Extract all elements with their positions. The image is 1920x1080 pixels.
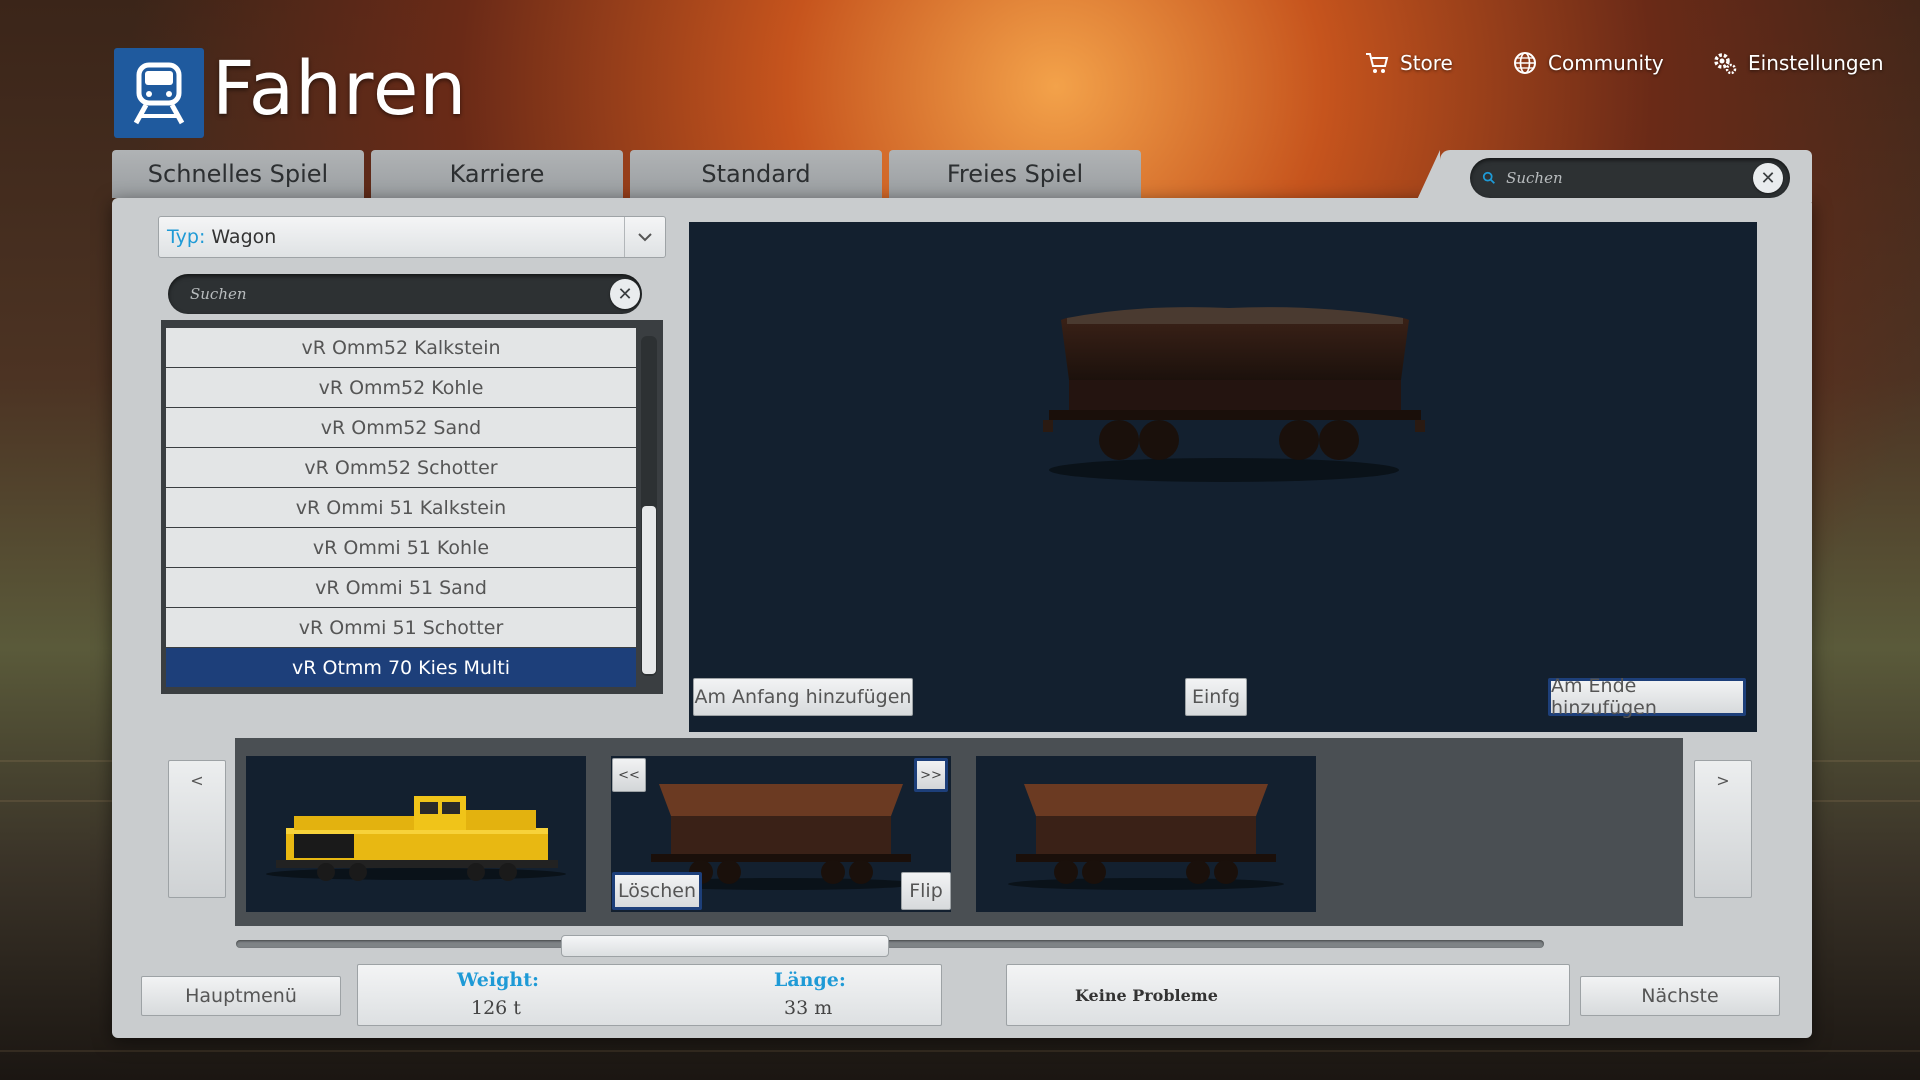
tab-karriere[interactable]: Karriere [371,150,623,198]
status-box: Keine Probleme [1006,964,1570,1026]
list-item[interactable]: vR Omm52 Sand [166,408,636,447]
tab-freies-spiel[interactable]: Freies Spiel [889,150,1141,198]
type-filter-value: Wagon [211,226,277,248]
global-search [1470,158,1790,198]
train-logo-icon [114,48,204,138]
type-filter-label: Typ: [167,226,206,248]
globe-icon [1514,52,1536,74]
store-link[interactable]: Store [1364,50,1453,76]
cart-icon [1366,53,1389,73]
type-filter-select[interactable]: Typ: Wagon [158,216,666,258]
consist-slot-wagon-2[interactable] [976,756,1316,912]
global-search-input[interactable] [1504,168,1790,188]
hopper-wagon-image [1008,784,1284,890]
consist-scrollbar[interactable] [236,940,1544,948]
search-icon [1482,171,1495,184]
list-item[interactable]: vR Ommi 51 Sand [166,568,636,607]
tab-standard[interactable]: Standard [630,150,882,198]
list-search [168,274,642,314]
settings-label: Einstellungen [1748,51,1884,75]
gears-icon [1714,53,1737,75]
list-item[interactable]: vR Omm52 Kalkstein [166,328,636,367]
list-item-selected[interactable]: vR Otmm 70 Kies Multi [166,648,636,687]
locomotive-image [266,796,566,881]
list-item[interactable]: vR Omm52 Schotter [166,448,636,487]
list-item[interactable]: vR Omm52 Kohle [166,368,636,407]
store-label: Store [1400,51,1453,75]
list-item[interactable]: vR Ommi 51 Schotter [166,608,636,647]
flip-button[interactable]: Flip [901,872,951,910]
global-search-clear-icon[interactable]: ✕ [1753,163,1783,193]
weight-value: 126 t [471,997,521,1019]
bg-streak [0,1050,1920,1052]
next-button[interactable]: Nächste [1580,976,1780,1016]
list-search-input[interactable] [188,284,642,304]
move-right-button[interactable]: >> [914,758,948,792]
page-title: Fahren [212,46,468,132]
add-at-start-button[interactable]: Am Anfang hinzufügen [693,678,913,716]
train-info-box: Weight: 126 t Länge: 33 m [357,964,942,1026]
settings-link[interactable]: Einstellungen [1712,50,1884,76]
tab-label: Schnelles Spiel [147,160,329,188]
chevron-down-icon [624,217,665,257]
delete-button[interactable]: Löschen [612,872,702,910]
community-link[interactable]: Community [1512,50,1664,76]
length-value: 33 m [784,997,833,1019]
tab-schnelles-spiel[interactable]: Schnelles Spiel [112,150,364,198]
move-left-button[interactable]: << [612,758,646,792]
length-label: Länge: [774,969,846,991]
consist-next-button[interactable]: > [1694,760,1752,898]
list-scrollbar-thumb[interactable] [642,506,656,674]
wagon-preview [689,222,1757,732]
community-label: Community [1548,51,1664,75]
weight-label: Weight: [457,969,539,991]
hopper-wagon-preview-image [1043,307,1425,482]
tab-label: Karriere [449,160,545,188]
status-text: Keine Probleme [1075,985,1218,1005]
list-item[interactable]: vR Ommi 51 Kohle [166,528,636,567]
main-menu-button[interactable]: Hauptmenü [141,976,341,1016]
consist-prev-button[interactable]: < [168,760,226,898]
insert-button[interactable]: Einfg [1185,678,1247,716]
consist-slot-locomotive[interactable] [246,756,586,912]
tab-label: Freies Spiel [946,160,1084,188]
add-at-end-button[interactable]: Am Ende hinzufügen [1548,675,1746,719]
consist-scrollbar-thumb[interactable] [561,935,889,957]
list-item[interactable]: vR Ommi 51 Kalkstein [166,488,636,527]
tab-label: Standard [701,160,811,188]
list-search-clear-icon[interactable]: ✕ [610,279,640,309]
